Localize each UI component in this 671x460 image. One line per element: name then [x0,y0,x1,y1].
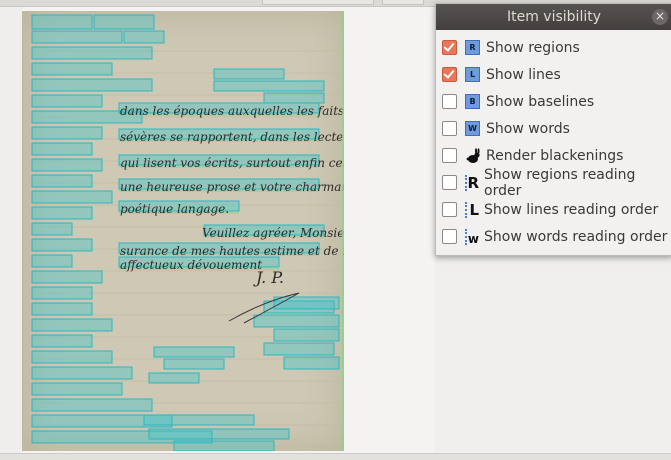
canvas-gutter [0,7,22,453]
region-badge-icon: R [465,40,480,55]
word-badge-icon: W [465,121,480,136]
checkbox[interactable] [442,67,457,82]
region-overlay[interactable] [31,30,123,44]
checkbox[interactable] [442,148,457,163]
option-show-lines[interactable]: L Show lines [436,61,671,88]
panel-title-bar[interactable]: Item visibility × [436,4,671,30]
region-overlay[interactable] [31,302,93,316]
toolbar-tab[interactable] [262,0,374,5]
region-overlay[interactable] [31,14,93,30]
region-overlay[interactable] [31,270,103,284]
layout-overlay: dans les époques auxquelles les faits sév… [30,14,344,451]
toolbar-tab[interactable] [382,0,424,5]
handwritten-line: sévères se rapportent, dans les lecteurs [120,130,344,144]
option-label: Show words reading order [484,228,668,245]
checkbox[interactable] [442,40,457,55]
region-overlay[interactable] [31,46,153,60]
handwritten-line: surance de mes hautes estime et de mon [120,244,344,258]
option-render-blackenings[interactable]: Render blackenings [436,142,671,169]
region-overlay[interactable] [213,80,325,92]
region-overlay[interactable] [31,94,103,108]
baseline-badge-icon: B [465,94,480,109]
rabbit-icon [466,147,480,163]
region-overlay[interactable] [31,366,133,380]
region-overlay[interactable] [148,372,200,384]
handwritten-line: Veuillez agréer, Monsieur, l'as- [202,226,344,240]
checkbox[interactable] [442,175,457,190]
option-label: Show baselines [486,93,595,110]
visibility-options: R Show regions L Show lines B Show baselines W… [436,30,671,250]
region-overlay[interactable] [31,190,113,204]
handwritten-line: poétique langage. [120,202,229,216]
region-overlay[interactable] [283,356,340,370]
region-overlay[interactable] [31,142,93,156]
region-overlay[interactable] [31,222,73,236]
region-overlay[interactable] [31,382,123,396]
region-overlay[interactable] [31,158,103,172]
region-overlay[interactable] [273,328,340,342]
region-overlay[interactable] [253,314,340,328]
region-overlay[interactable] [31,398,153,412]
handwritten-line: J. P. [253,268,284,287]
region-overlay[interactable] [173,440,275,451]
lines-reading-order-icon: L [465,201,479,219]
option-label: Show lines [486,66,561,83]
handwritten-line: affectueux dévouement [120,258,262,272]
option-label: Render blackenings [486,147,624,164]
option-label: Show lines reading order [484,201,659,218]
region-overlay[interactable] [31,62,113,76]
region-overlay[interactable] [263,342,335,356]
checkbox[interactable] [442,202,457,217]
region-overlay[interactable] [123,30,165,44]
option-show-regions[interactable]: R Show regions [436,34,671,61]
handwritten-line: une heureuse prose et votre charmant et [120,180,344,194]
checkbox[interactable] [442,229,457,244]
checkbox[interactable] [442,94,457,109]
panel-title: Item visibility [506,9,601,25]
line-badge-icon: L [465,67,480,82]
option-show-regions-reading-order[interactable]: R Show regions reading order [436,166,671,199]
option-show-words-reading-order[interactable]: w Show words reading order [436,223,671,250]
region-overlay[interactable] [273,296,340,310]
region-overlay[interactable] [263,92,325,104]
region-overlay[interactable] [31,174,93,188]
region-overlay[interactable] [31,238,93,252]
close-icon[interactable]: × [652,9,668,25]
document-page[interactable]: dans les époques auxquelles les faits sév… [22,11,344,451]
option-show-words[interactable]: W Show words [436,115,671,142]
handwritten-line: qui lisent vos écrits, surtout enfin cet… [120,156,344,170]
region-overlay[interactable] [31,254,73,268]
region-border [342,11,344,451]
region-overlay[interactable] [31,206,93,220]
region-overlay[interactable] [31,334,93,348]
region-overlay[interactable] [31,286,93,300]
region-overlay[interactable] [153,346,235,358]
region-overlay[interactable] [163,358,225,370]
region-overlay[interactable] [213,68,285,80]
option-label: Show regions reading order [484,166,636,199]
checkbox[interactable] [442,121,457,136]
region-overlay[interactable] [148,428,290,440]
region-overlay[interactable] [143,414,255,426]
region-overlay[interactable] [31,78,153,92]
option-label: Show words [486,120,570,137]
option-show-lines-reading-order[interactable]: L Show lines reading order [436,196,671,223]
words-reading-order-icon: w [465,228,479,246]
region-overlay[interactable] [31,126,103,140]
handwritten-line: dans les époques auxquelles les faits [120,104,344,118]
item-visibility-panel: Item visibility × R Show regions L Show lin… [435,3,671,256]
regions-reading-order-icon: R [465,174,479,192]
region-overlay[interactable] [93,14,155,30]
region-overlay[interactable] [31,318,113,332]
option-show-baselines[interactable]: B Show baselines [436,88,671,115]
option-label: Show regions [486,39,580,56]
region-overlay[interactable] [31,350,113,364]
